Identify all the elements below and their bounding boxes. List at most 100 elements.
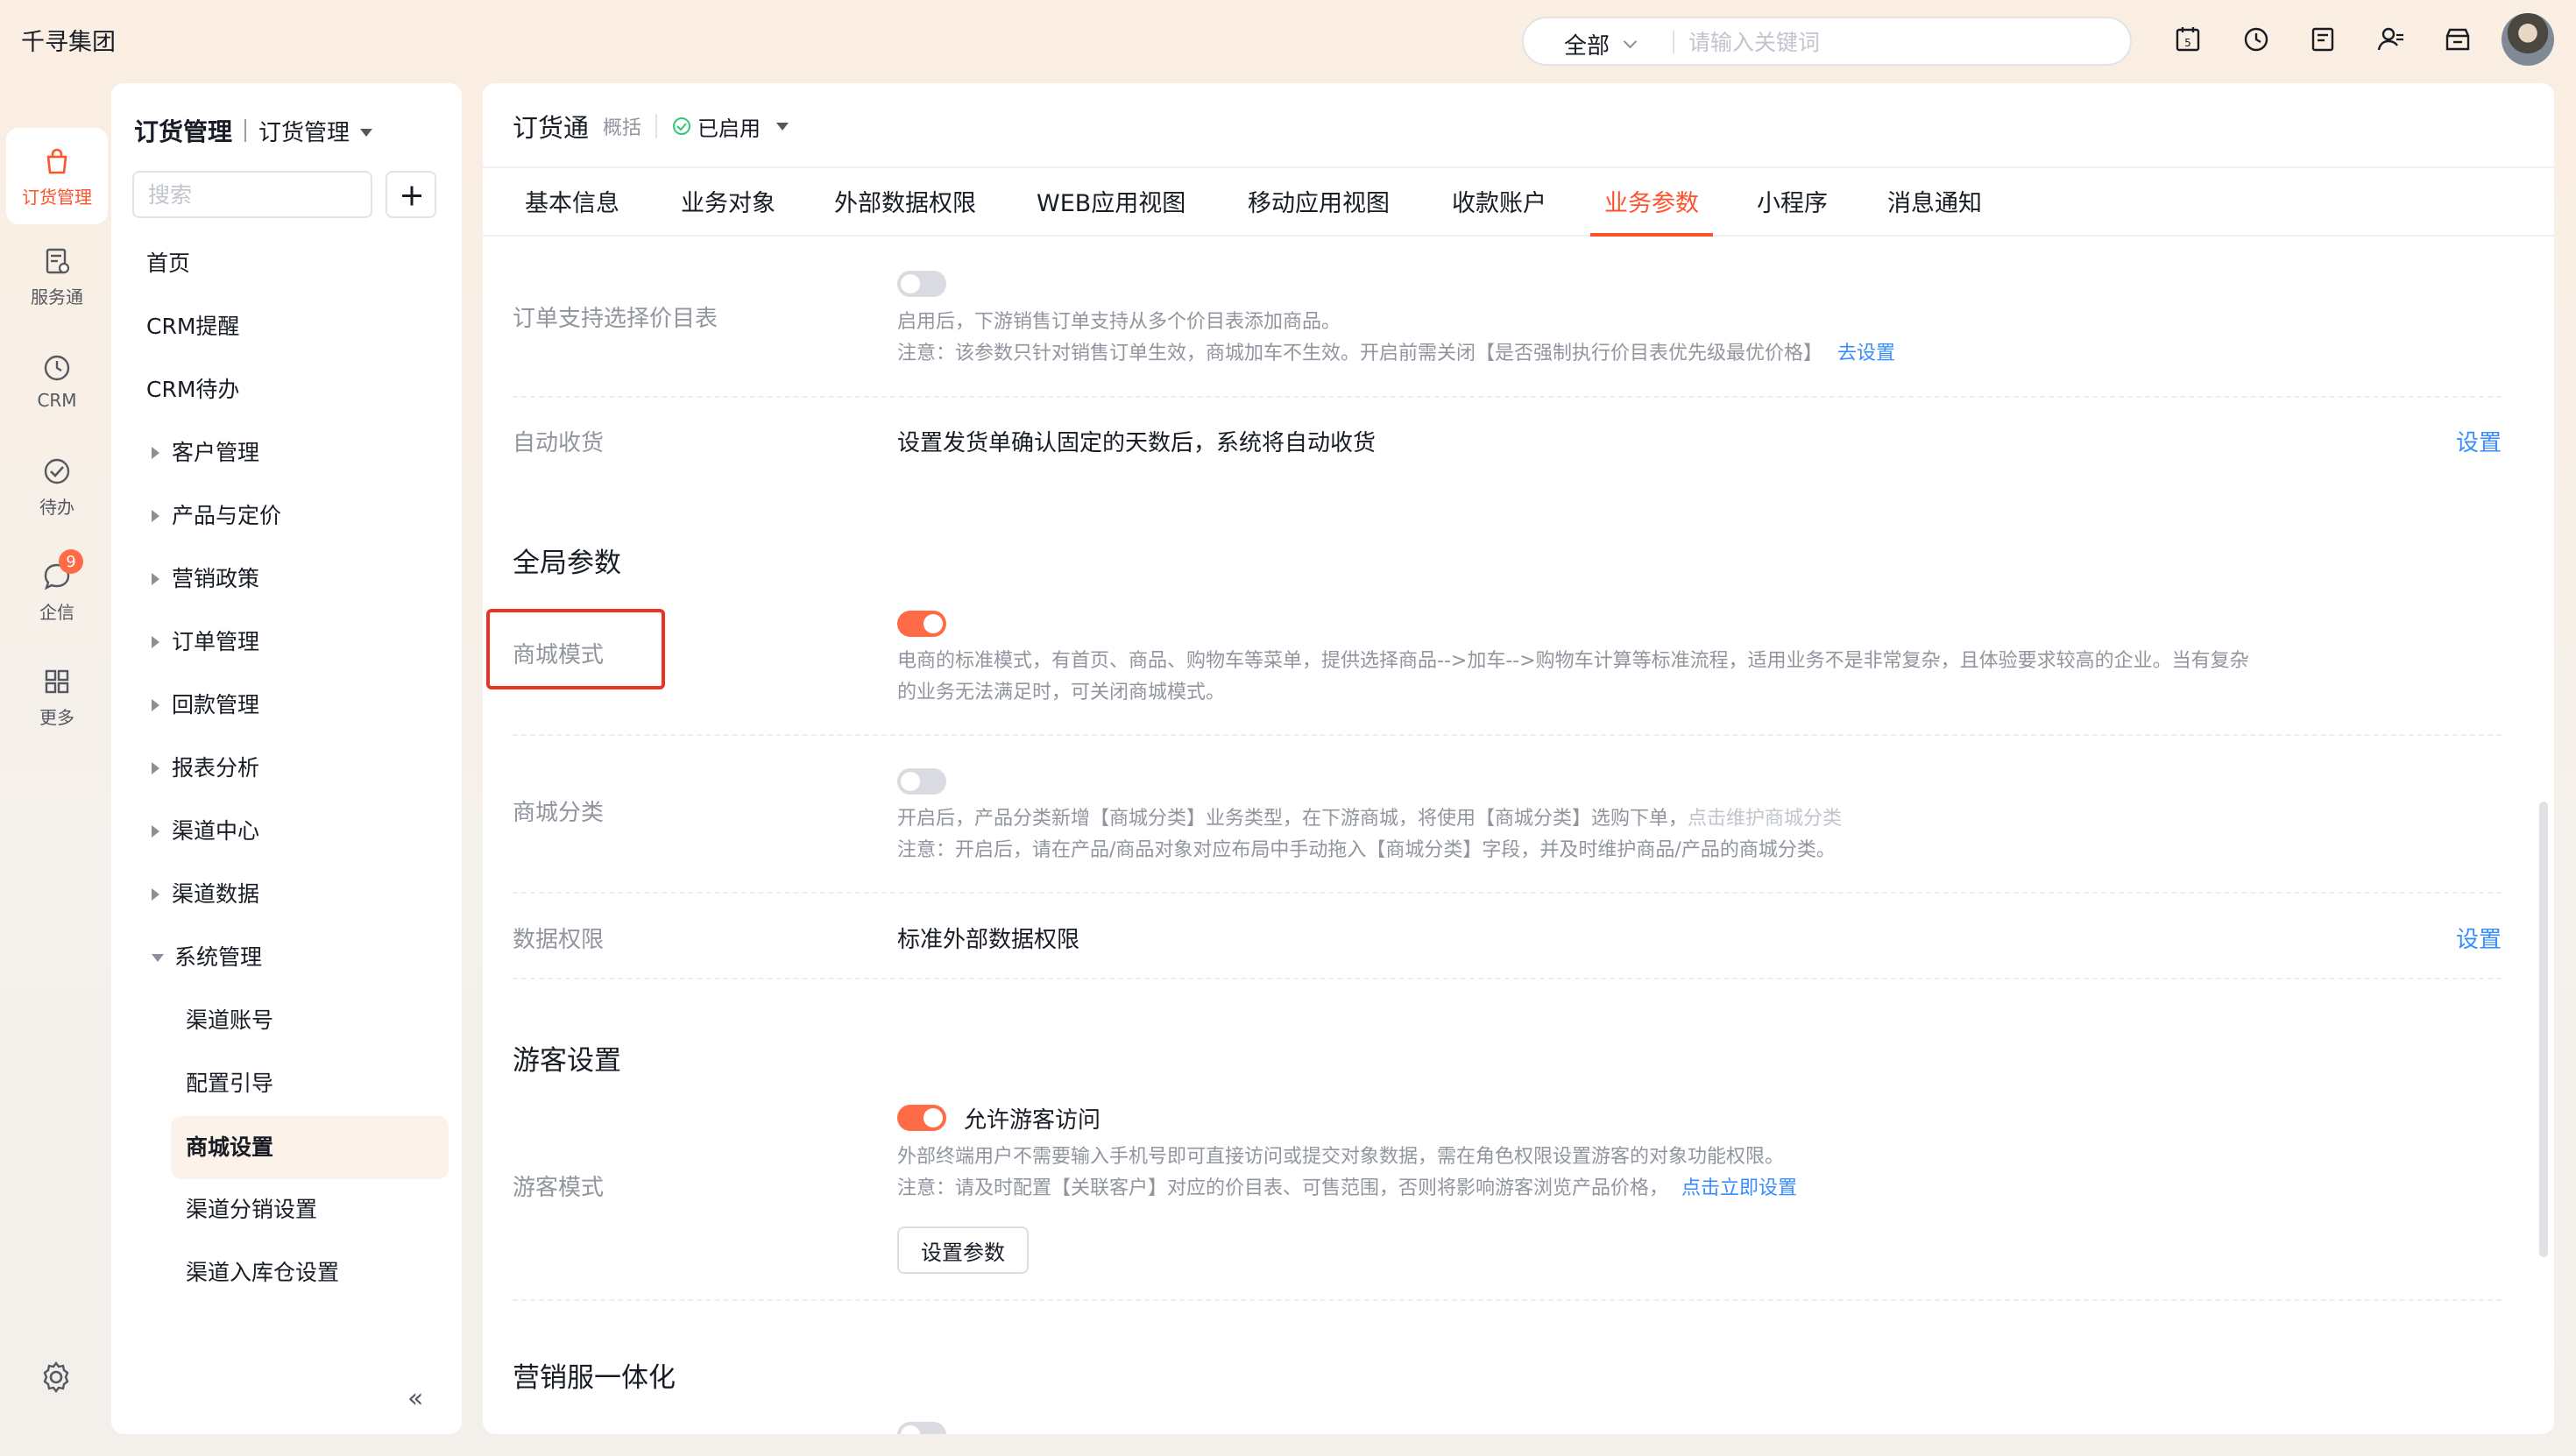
main-panel: 订货通 概括 已启用 基本信息 业务对象 外部数据权限 WEB应用视图 移动应用… (483, 83, 2554, 1434)
nav-item-label: 订单管理 (172, 629, 260, 654)
caret-right-icon (152, 762, 159, 774)
nav-header[interactable]: 订货管理 订货管理 (134, 113, 373, 148)
caret-right-icon (152, 636, 159, 648)
clock-icon[interactable] (2241, 25, 2271, 54)
toggle-mall-category[interactable] (897, 768, 946, 795)
search-divider (1673, 31, 1674, 53)
search-scope-select[interactable]: 全部 (1564, 28, 1638, 60)
rail-item-crm[interactable]: CRM (6, 333, 108, 429)
toggle-guest-access[interactable] (897, 1105, 946, 1131)
param-desc: 开启后，产品分类新增【商城分类】业务类型，在下游商城，将使用【商城分类】选购下单… (897, 803, 1842, 835)
nav-item-order[interactable]: 订单管理 (152, 625, 260, 660)
rail-label: 企信 (39, 601, 74, 623)
param-note: 注意：开启后，请在产品/商品对象对应布局中手动拖入【商城分类】字段，并及时维护商… (897, 839, 1836, 861)
nav-item-channel-data[interactable]: 渠道数据 (152, 877, 260, 912)
nav-item-crm-todo[interactable]: CRM待办 (146, 372, 239, 407)
nav-item-marketing-policy[interactable]: 营销政策 (152, 562, 260, 597)
service-icon (46, 248, 70, 273)
nav-item-payment[interactable]: 回款管理 (152, 688, 260, 723)
tab-business-object[interactable]: 业务对象 (681, 184, 775, 237)
nav-subitem-channel-account[interactable]: 渠道账号 (186, 1003, 273, 1038)
tab-external-data-permission[interactable]: 外部数据权限 (834, 184, 976, 237)
nav-item-label: 渠道数据 (172, 881, 260, 907)
collapse-double-chevron-icon[interactable]: « (407, 1383, 423, 1414)
nav-item-customer[interactable]: 客户管理 (152, 435, 259, 470)
unread-badge: 9 (59, 549, 83, 574)
tab-business-params[interactable]: 业务参数 (1590, 184, 1713, 237)
scrollbar[interactable] (2539, 802, 2548, 1257)
settings-gear-icon[interactable] (39, 1360, 74, 1395)
nav-item-system[interactable]: 系统管理 (152, 940, 262, 975)
rail-item-order-management[interactable]: 订货管理 (6, 128, 108, 224)
status-dropdown[interactable]: 已启用 (671, 111, 789, 142)
rail-label: 订货管理 (22, 186, 92, 208)
nav-title: 订货管理 (134, 117, 233, 146)
toggle-mall-mode[interactable] (897, 611, 946, 637)
rail-item-service[interactable]: 服务通 (6, 228, 108, 324)
nav-subitem-config-guide[interactable]: 配置引导 (186, 1066, 273, 1101)
rail-item-more[interactable]: 更多 (6, 648, 108, 745)
row-divider (513, 1299, 2502, 1301)
set-now-link[interactable]: 点击立即设置 (1681, 1177, 1797, 1199)
nav-item-product-pricing[interactable]: 产品与定价 (152, 498, 281, 534)
toggle-marketing[interactable] (897, 1422, 946, 1434)
nav-search-input[interactable] (132, 171, 372, 218)
param-label-auto-receive: 自动收货 (513, 430, 605, 456)
tab-web-app-view[interactable]: WEB应用视图 (1037, 184, 1185, 237)
row-divider (513, 396, 2502, 398)
param-desc: 启用后，下游销售订单支持从多个价目表添加商品。 (897, 311, 1341, 333)
caret-right-icon (152, 573, 159, 585)
nav-item-home[interactable]: 首页 (146, 246, 190, 281)
rail-item-todo[interactable]: 待办 (6, 438, 108, 534)
param-label-mall-mode: 商城模式 (513, 642, 605, 668)
caret-right-icon (152, 888, 159, 901)
nav-item-crm-reminder[interactable]: CRM提醒 (146, 309, 239, 344)
tab-basic-info[interactable]: 基本信息 (525, 184, 619, 237)
nav-item-report[interactable]: 报表分析 (152, 751, 259, 786)
nav-item-label: CRM待办 (146, 377, 240, 402)
rail-item-messenger[interactable]: 企信 (6, 543, 108, 640)
tab-message-notify[interactable]: 消息通知 (1887, 184, 1982, 237)
note-text: 注意：该参数只针对销售订单生效，商城加车不生效。开启前需关闭【是否强制执行价目表… (897, 343, 1823, 364)
section-title-marketing: 营销服一体化 (513, 1362, 676, 1394)
note-text: 注意：请及时配置【关联客户】对应的价目表、可售范围，否则将影响游客浏览产品价格， (897, 1177, 1669, 1199)
param-desc: 电商的标准模式，有首页、商品、购物车等菜单，提供选择商品-->加车-->购物车计… (897, 650, 2249, 672)
check-circle-icon (44, 458, 70, 484)
svg-text:5: 5 (2184, 37, 2191, 49)
check-circle-icon (673, 117, 691, 135)
caret-right-icon (152, 447, 159, 459)
nav-subitem-warehouse[interactable]: 渠道入库仓设置 (186, 1255, 339, 1290)
user-avatar[interactable] (2502, 13, 2554, 66)
auto-receive-settings-link[interactable]: 设置 (2456, 425, 2502, 457)
caret-right-icon (152, 699, 159, 711)
calendar-icon[interactable]: 5 (2173, 25, 2203, 54)
param-label-price-list: 订单支持选择价目表 (513, 306, 718, 332)
set-params-button[interactable]: 设置参数 (897, 1226, 1029, 1274)
param-desc-cont: 的业务无法满足时，可关闭商城模式。 (897, 682, 1226, 703)
nav-item-label: 营销政策 (172, 566, 260, 591)
bag-icon (46, 148, 67, 173)
param-value-auto-receive: 设置发货单确认固定的天数后，系统将自动收货 (897, 430, 1376, 456)
notebook-icon[interactable] (2308, 25, 2338, 54)
data-permission-settings-link[interactable]: 设置 (2456, 922, 2502, 954)
caret-right-icon (152, 825, 159, 838)
tab-payment-account[interactable]: 收款账户 (1452, 184, 1546, 237)
add-button[interactable] (386, 171, 436, 218)
tab-mini-program[interactable]: 小程序 (1757, 184, 1828, 237)
desc-text: 开启后，产品分类新增【商城分类】业务类型，在下游商城，将使用【商城分类】选购下单… (897, 808, 1688, 830)
toggle-price-list[interactable] (897, 271, 946, 297)
nav-item-label: 首页 (146, 251, 191, 276)
search-input[interactable] (1688, 27, 2109, 57)
maintain-category-link[interactable]: 点击维护商城分类 (1688, 808, 1842, 830)
nav-item-channel-center[interactable]: 渠道中心 (152, 814, 259, 849)
param-label-guest-mode: 游客模式 (513, 1175, 605, 1201)
store-icon[interactable] (2443, 25, 2473, 54)
user-settings-icon[interactable] (2376, 25, 2406, 54)
nav-subitem-distribution[interactable]: 渠道分销设置 (186, 1192, 317, 1227)
nav-item-label: 回款管理 (172, 692, 260, 717)
clock-icon (44, 355, 70, 381)
nav-subitem-mall-settings[interactable]: 商城设置 (186, 1130, 273, 1165)
caret-down-icon (360, 128, 373, 137)
tab-mobile-app-view[interactable]: 移动应用视图 (1248, 184, 1390, 237)
go-settings-link[interactable]: 去设置 (1837, 343, 1895, 364)
